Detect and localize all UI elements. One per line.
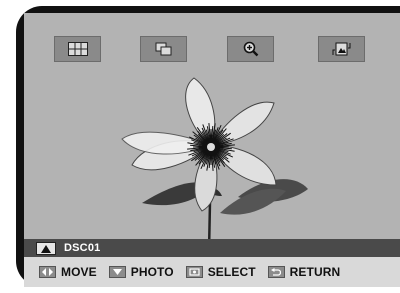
photo-file-icon — [36, 241, 56, 255]
rotate-photo-icon — [332, 42, 350, 56]
rotate-button[interactable] — [318, 36, 365, 62]
select-key-icon[interactable] — [185, 266, 203, 278]
hint-label-photo: PHOTO — [130, 265, 174, 279]
hint-label-move: MOVE — [61, 265, 97, 279]
hint-select: SELECT — [185, 265, 256, 279]
toolbar — [24, 13, 400, 73]
hint-photo: PHOTO — [108, 265, 174, 279]
hint-label-select: SELECT — [207, 265, 256, 279]
flower-photo — [24, 73, 400, 252]
photo-viewer-screen — [24, 13, 400, 252]
return-key-icon[interactable] — [267, 266, 285, 278]
grid-view-button[interactable] — [54, 36, 101, 62]
file-info-bar: DSC01 — [24, 239, 400, 257]
zoom-button[interactable] — [227, 36, 274, 62]
help-bar: MOVE PHOTO SELECT RETURN — [24, 257, 400, 287]
slideshow-icon — [155, 42, 171, 56]
slideshow-button[interactable] — [140, 36, 187, 62]
file-name: DSC01 — [64, 242, 101, 254]
zoom-in-icon — [243, 41, 258, 57]
hint-return: RETURN — [267, 265, 341, 279]
hint-move: MOVE — [39, 265, 97, 279]
grid-icon — [67, 42, 88, 56]
move-key-icon[interactable] — [39, 266, 56, 278]
hint-label-return: RETURN — [289, 265, 341, 279]
photo-display — [24, 73, 400, 252]
photo-key-icon[interactable] — [108, 266, 126, 278]
